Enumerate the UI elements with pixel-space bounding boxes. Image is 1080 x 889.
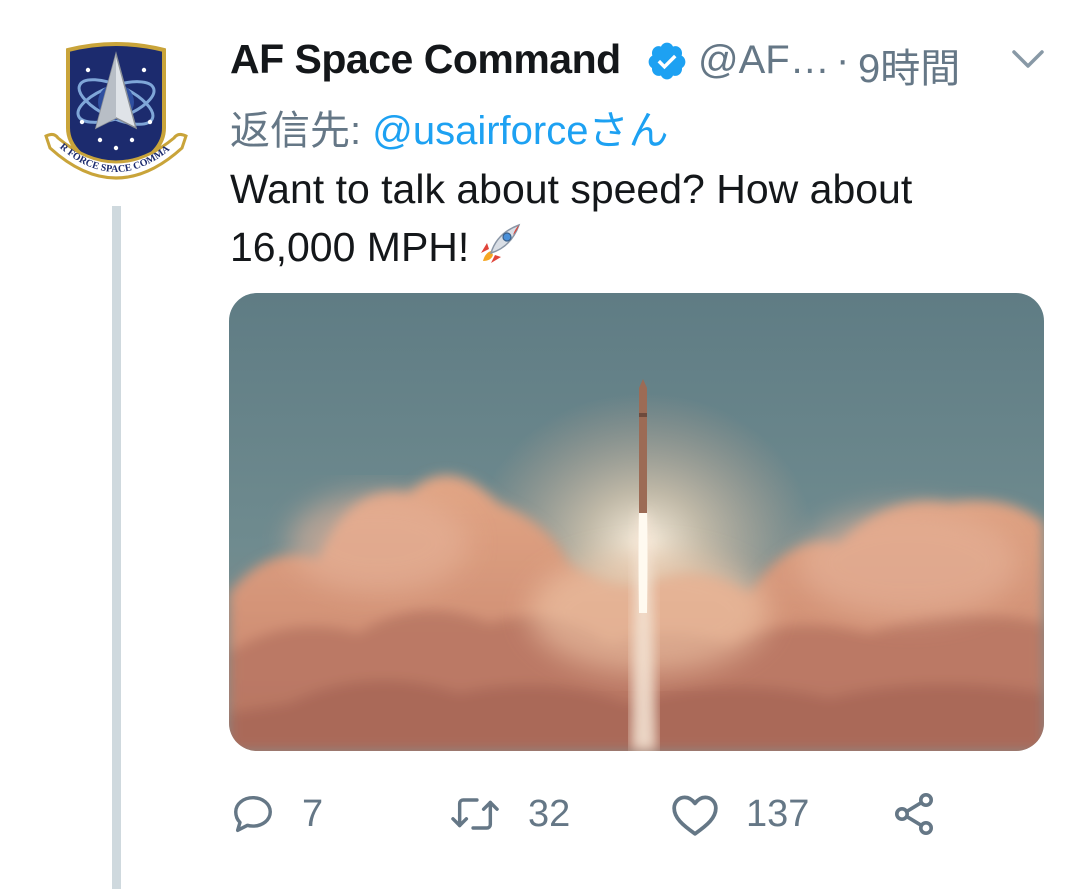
- like-count: 137: [746, 792, 810, 835]
- timestamp[interactable]: 9時間: [858, 36, 960, 94]
- reply-icon: [234, 795, 272, 833]
- verified-badge-icon: [646, 40, 688, 82]
- reply-to-line: 返信先: @usairforceさん: [230, 98, 668, 156]
- separator-dot: ·: [836, 38, 850, 82]
- like-button[interactable]: 137: [670, 784, 809, 844]
- tweet-actions: 7 32 137: [230, 784, 990, 844]
- heart-icon: [672, 795, 718, 836]
- avatar[interactable]: AIR FORCE SPACE COMMAND: [36, 28, 192, 196]
- reply-count: 7: [302, 792, 324, 835]
- af-space-command-emblem: AIR FORCE SPACE COMMAND: [36, 28, 188, 180]
- tweet-header: AF Space Command @AF… · 9時間: [230, 32, 1060, 91]
- chevron-down-icon[interactable]: [1010, 46, 1046, 72]
- tweet[interactable]: AIR FORCE SPACE COMMAND AF Space Command…: [0, 0, 1080, 889]
- retweet-button[interactable]: 32: [448, 784, 570, 844]
- reply-mention-link[interactable]: @usairforceさん: [372, 109, 668, 153]
- tweet-media-image[interactable]: [229, 293, 1044, 751]
- tweet-text-line-2: 16,000 MPH!: [230, 224, 470, 270]
- share-icon: [895, 793, 933, 835]
- reply-prefix: 返信先:: [230, 109, 373, 153]
- tweet-text: Want to talk about speed? How about 16,0…: [230, 160, 1030, 276]
- retweet-icon: [451, 798, 499, 830]
- share-button[interactable]: [890, 784, 938, 844]
- tweet-text-line-1: Want to talk about speed? How about: [230, 166, 913, 212]
- reply-button[interactable]: 7: [230, 784, 323, 844]
- retweet-count: 32: [528, 792, 571, 835]
- rocket-icon: [475, 219, 525, 269]
- thread-line: [112, 206, 121, 889]
- author-handle[interactable]: @AF…: [698, 38, 830, 83]
- author-name[interactable]: AF Space Command: [230, 36, 621, 83]
